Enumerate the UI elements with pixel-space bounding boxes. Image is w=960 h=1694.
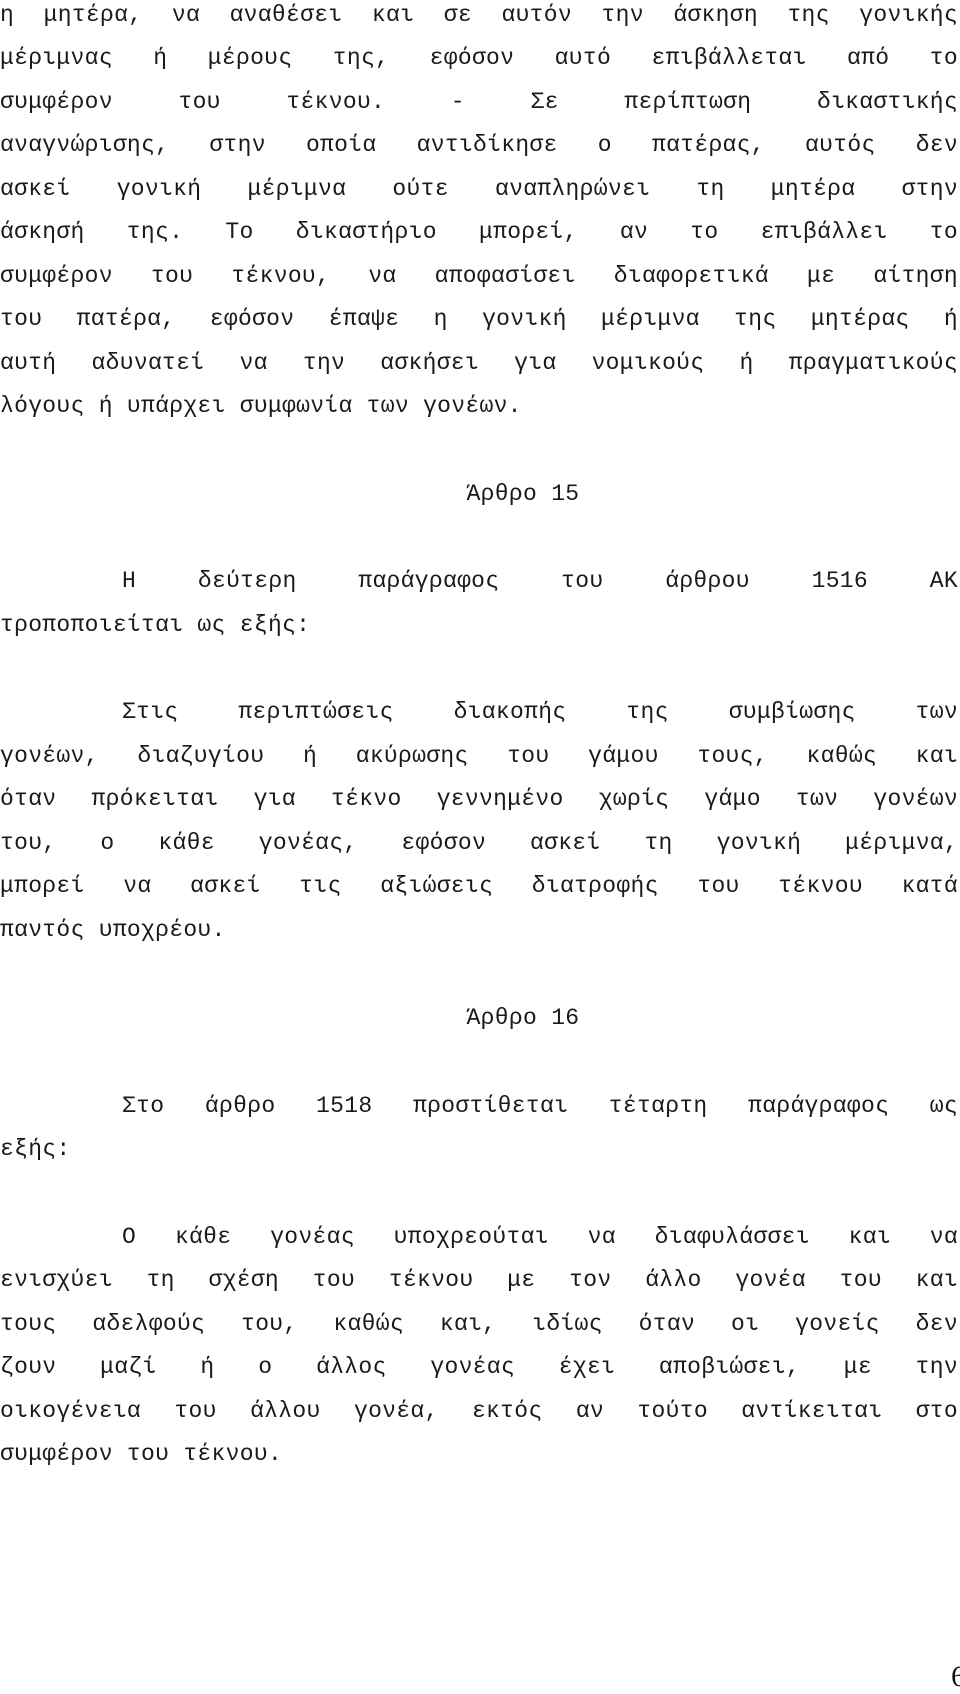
- text-line: τροποποιείται ως εξής:: [0, 612, 311, 638]
- text-line: ζουν μαζί ή ο άλλος γονέας έχει αποβιώσε…: [0, 1354, 958, 1380]
- text-line: μέριμνας ή μέρους της, εφόσον αυτό επιβά…: [0, 45, 958, 71]
- text-line: γονέων, διαζυγίου ή ακύρωσης του γάμου τ…: [0, 743, 958, 769]
- text-line: όταν πρόκειται για τέκνο γεννημένο χωρίς…: [0, 786, 958, 812]
- text-line: η μητέρα, να αναθέσει και σε αυτόν την ά…: [0, 2, 958, 28]
- text-line: του, ο κάθε γονέας, εφόσον ασκεί τη γονι…: [0, 830, 958, 856]
- text-line: ασκεί γονική μέριμνα ούτε αναπληρώνει τη…: [0, 176, 958, 202]
- article-heading: Άρθρο 16: [466, 1005, 580, 1031]
- page-number: 6: [951, 1660, 960, 1693]
- text-line: οικογένεια του άλλου γονέα, εκτός αν τού…: [0, 1398, 958, 1424]
- text-line: ενισχύει τη σχέση του τέκνου με τον άλλο…: [0, 1267, 958, 1293]
- text-line: τους αδελφούς του, καθώς και, ιδίως όταν…: [0, 1311, 958, 1337]
- text-line: Στο άρθρο 1518 προστίθεται τέταρτη παράγ…: [122, 1093, 958, 1119]
- text-line: εξής:: [0, 1136, 71, 1162]
- text-line: λόγους ή υπάρχει συμφωνία των γονέων.: [0, 393, 522, 419]
- text-line: Η δεύτερη παράγραφος του άρθρου 1516 ΑΚ: [122, 568, 958, 594]
- text-line: παντός υποχρέου.: [0, 917, 226, 943]
- text-line: άσκησή της. Το δικαστήριο μπορεί, αν το …: [0, 219, 958, 245]
- text-line: Ο κάθε γονέας υποχρεούται να διαφυλάσσει…: [122, 1224, 958, 1250]
- text-line: αυτή αδυνατεί να την ασκήσει για νομικού…: [0, 350, 958, 376]
- text-line: αναγνώρισης, στην οποία αντιδίκησε ο πατ…: [0, 132, 958, 158]
- text-line: συμφέρον του τέκνου. - Σε περίπτωση δικα…: [0, 89, 958, 115]
- article-heading: Άρθρο 15: [466, 481, 580, 507]
- text-line: Στις περιπτώσεις διακοπής της συμβίωσης …: [122, 699, 958, 725]
- text-line: συμφέρον του τέκνου, να αποφασίσει διαφο…: [0, 263, 958, 289]
- text-line: του πατέρα, εφόσον έπαψε η γονική μέριμν…: [0, 306, 958, 332]
- document-page: η μητέρα, να αναθέσει και σε αυτόν την ά…: [0, 0, 960, 1693]
- text-line: μπορεί να ασκεί τις αξιώσεις διατροφής τ…: [0, 873, 958, 899]
- text-line: συμφέρον του τέκνου.: [0, 1441, 283, 1467]
